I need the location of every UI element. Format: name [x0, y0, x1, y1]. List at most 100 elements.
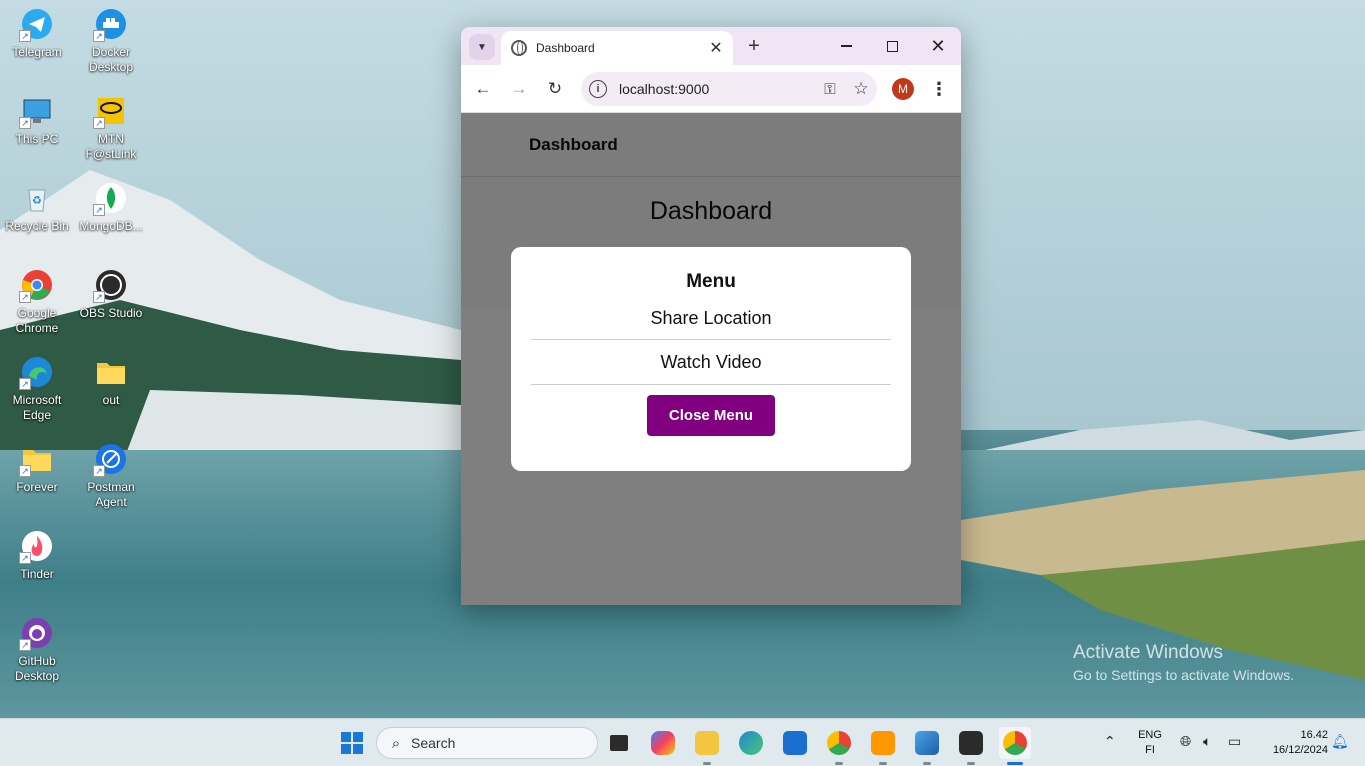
- desktop-icon-postman[interactable]: ↗ Postman Agent: [73, 441, 149, 510]
- desktop-icon-mtn[interactable]: ↗ MTN F@stLink: [73, 93, 149, 162]
- arrow-left-icon: ←: [474, 79, 492, 98]
- taskbar-copilot[interactable]: [647, 727, 679, 759]
- desktop-icon-label: Recycle Bin: [5, 219, 69, 233]
- store-icon: [783, 731, 807, 755]
- desktop-icon-forever[interactable]: ↗ Forever: [0, 441, 75, 495]
- sublime-icon: [871, 731, 895, 755]
- volume-icon[interactable]: 🔈︎: [1203, 733, 1211, 750]
- tinder-icon: ↗: [19, 528, 55, 564]
- notification-bell-icon[interactable]: 🔔︎: [1331, 733, 1349, 750]
- running-indicator: [967, 762, 975, 765]
- close-window-button[interactable]: ✕: [915, 27, 961, 65]
- tab-close-button[interactable]: ✕: [705, 37, 727, 59]
- svg-text:♻: ♻: [32, 195, 42, 207]
- desktop-icon-out[interactable]: out: [73, 354, 149, 408]
- close-menu-button[interactable]: Close Menu: [647, 395, 775, 436]
- clock-date: 16/12/2024: [1272, 744, 1328, 756]
- site-info-icon[interactable]: i: [589, 80, 607, 98]
- windows-logo-icon: [341, 732, 363, 754]
- taskbar-chrome-profile[interactable]: [823, 727, 855, 765]
- tab-title: Dashboard: [536, 41, 595, 55]
- menu-item-share-location[interactable]: Share Location: [531, 297, 891, 340]
- telegram-icon: ↗: [19, 6, 55, 42]
- desktop-icon-telegram[interactable]: ↗ Telegram: [0, 6, 75, 60]
- desktop-icon-label: Tinder: [20, 567, 54, 581]
- computer-icon: ↗: [19, 93, 55, 129]
- address-bar[interactable]: i localhost:9000 ⚿ ☆: [581, 72, 877, 106]
- tab-dashboard[interactable]: Dashboard ✕: [501, 31, 733, 65]
- menu-item-watch-video[interactable]: Watch Video: [531, 340, 891, 385]
- taskbar-terminal[interactable]: [955, 727, 987, 765]
- desktop-icon-label: GitHub Desktop: [14, 654, 60, 683]
- taskbar-task-view[interactable]: [603, 727, 635, 759]
- bookmark-star-icon[interactable]: ☆: [845, 79, 877, 99]
- clock-time: 16.42: [1300, 729, 1328, 741]
- web-page: Dashboard Dashboard Menu Share Location …: [461, 113, 961, 605]
- start-button[interactable]: [336, 727, 368, 759]
- modal-title: Menu: [686, 271, 736, 292]
- language-indicator[interactable]: ENG FI: [1134, 728, 1166, 758]
- desktop-icon-this-pc[interactable]: ↗ This PC: [0, 93, 75, 147]
- profile-avatar[interactable]: M: [892, 78, 914, 100]
- taskbar-sublime[interactable]: [867, 727, 899, 765]
- taskbar: ⌕ Search ⌃ ENG FI 🌐︎ 🔈︎ ▭ 16.42 16/12/20…: [0, 718, 1365, 766]
- chevron-down-icon: ▼: [477, 41, 487, 53]
- search-placeholder: Search: [411, 735, 456, 751]
- desktop-icon-label: Telegram: [12, 45, 62, 59]
- browser-toolbar: ← → ↻ i localhost:9000 ⚿ ☆ M ⋮: [461, 65, 961, 113]
- tab-search-button[interactable]: ▼: [469, 34, 495, 60]
- keyboard-region: FI: [1145, 744, 1155, 756]
- language-code: ENG: [1138, 729, 1162, 741]
- desktop-icon-label: Postman Agent: [87, 480, 135, 509]
- task-view-icon: [610, 735, 628, 751]
- copilot-icon: [651, 731, 675, 755]
- desktop-icon-label: Docker Desktop: [88, 45, 134, 74]
- menu-modal: Menu Share Location Watch Video Close Me…: [511, 247, 911, 471]
- network-icon[interactable]: 🌐︎: [1180, 733, 1191, 750]
- close-icon: ✕: [930, 35, 946, 56]
- desktop-icon-obs[interactable]: ↗ OBS Studio: [73, 267, 149, 321]
- new-tab-button[interactable]: +: [743, 35, 765, 57]
- obs-icon: ↗: [93, 267, 129, 303]
- taskbar-search[interactable]: ⌕ Search: [376, 727, 598, 759]
- battery-icon[interactable]: ▭: [1228, 733, 1241, 750]
- watermark-subtitle: Go to Settings to activate Windows.: [1073, 667, 1294, 683]
- taskbar-file-explorer[interactable]: [691, 727, 723, 765]
- taskbar-store[interactable]: [779, 727, 811, 759]
- desktop-icon-label: Google Chrome: [15, 306, 59, 335]
- clock[interactable]: 16.42 16/12/2024: [1256, 728, 1328, 758]
- minimize-icon: [840, 45, 852, 47]
- running-indicator: [923, 762, 931, 765]
- desktop-icon-github[interactable]: ↗ GitHub Desktop: [0, 615, 75, 684]
- desktop-icon-tinder[interactable]: ↗ Tinder: [0, 528, 75, 582]
- desktop-icon-area: ↗ Telegram ↗ Docker Desktop ↗ This PC ↗ …: [0, 0, 160, 718]
- taskbar-chrome-active[interactable]: [999, 727, 1031, 765]
- maximize-button[interactable]: [869, 27, 915, 65]
- taskbar-photos[interactable]: [911, 727, 943, 765]
- desktop-icon-label: MongoDB...: [79, 219, 143, 233]
- desktop-icon-chrome[interactable]: ↗ Google Chrome: [0, 267, 75, 336]
- address-url[interactable]: localhost:9000: [619, 81, 815, 97]
- watermark-title: Activate Windows: [1073, 642, 1223, 663]
- desktop-icon-label: This PC: [15, 132, 59, 146]
- running-indicator: [835, 762, 843, 765]
- desktop-icon-edge[interactable]: ↗ Microsoft Edge: [0, 354, 75, 423]
- desktop-icon-recycle-bin[interactable]: ♻ Recycle Bin: [0, 180, 75, 234]
- tray-overflow-chevron-icon[interactable]: ⌃: [1104, 733, 1116, 750]
- key-icon[interactable]: ⚿: [815, 81, 845, 98]
- desktop-icon-label: Forever: [16, 480, 58, 494]
- browser-titlebar: ▼ Dashboard ✕ + ✕: [461, 27, 961, 65]
- folder-icon: [93, 354, 129, 390]
- forward-button[interactable]: →: [507, 77, 531, 101]
- reload-button[interactable]: ↻: [543, 77, 567, 101]
- chrome-icon: [827, 731, 851, 755]
- desktop-icon-mongodb[interactable]: ↗ MongoDB...: [73, 180, 149, 234]
- taskbar-edge[interactable]: [735, 727, 767, 759]
- running-indicator: [879, 762, 887, 765]
- github-icon: ↗: [19, 615, 55, 651]
- more-menu-icon[interactable]: ⋮: [929, 77, 949, 101]
- folder-icon: [695, 731, 719, 755]
- back-button[interactable]: ←: [471, 77, 495, 101]
- minimize-button[interactable]: [823, 27, 869, 65]
- desktop-icon-docker[interactable]: ↗ Docker Desktop: [73, 6, 149, 75]
